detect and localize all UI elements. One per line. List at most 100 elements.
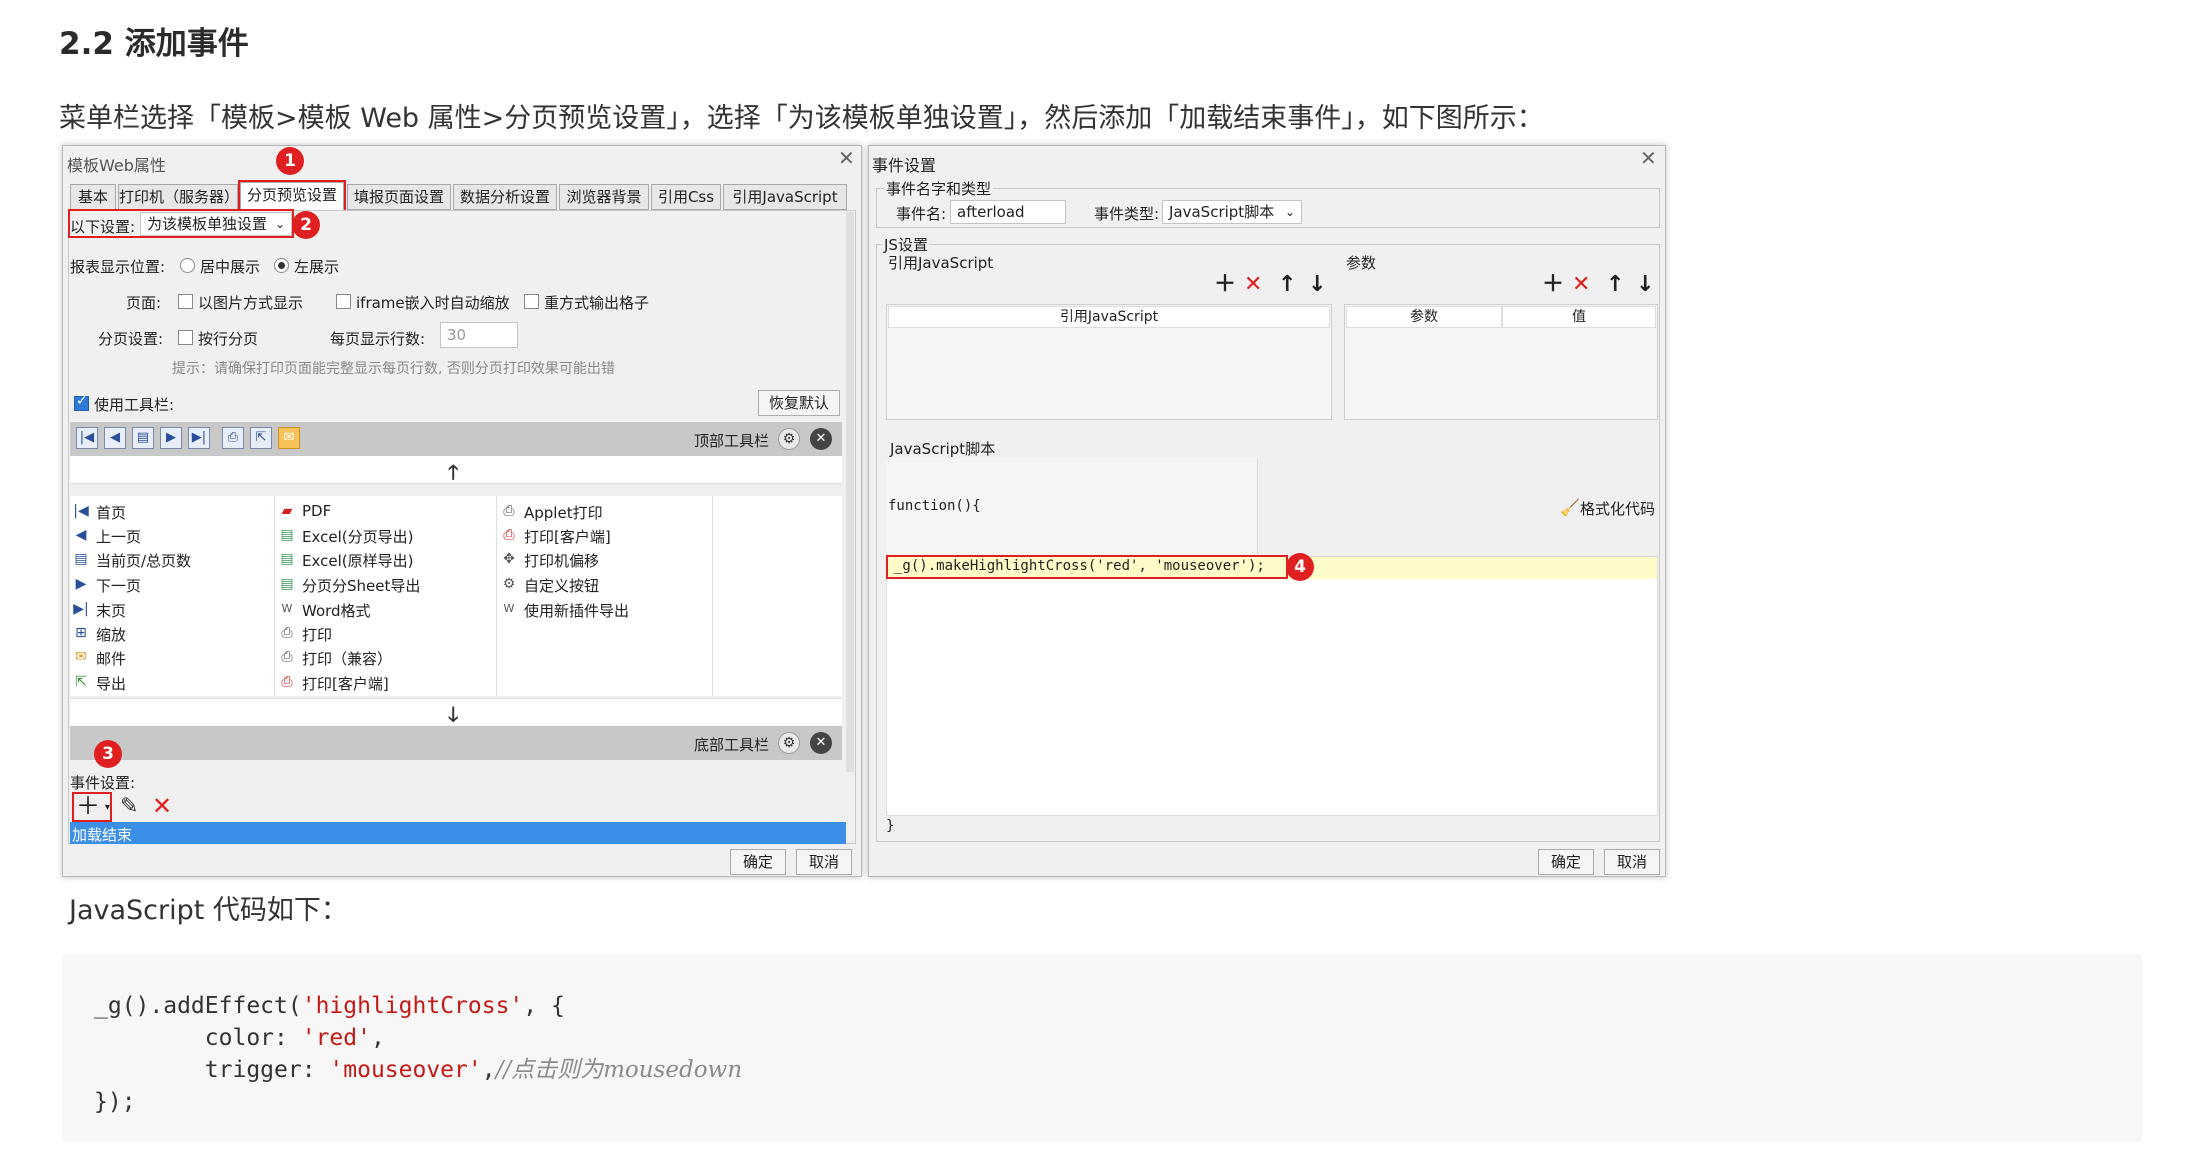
close-circle-icon[interactable]: ✕ [810,428,832,450]
arrow-up-icon[interactable]: ↑ [1278,274,1296,296]
checkbox-use-toolbar[interactable] [74,393,89,411]
format-code-button[interactable]: 格式化代码 [1580,498,1655,519]
dialog-title: 模板Web属性 [67,156,166,175]
step-badge: 1 [276,147,304,175]
ok-button[interactable]: 确定 [1538,849,1594,875]
ok-button[interactable]: 确定 [730,849,786,875]
mail-icon[interactable]: ✉ [278,427,300,449]
list-item[interactable]: 分页分Sheet导出 [302,575,420,596]
excel-icon: ▤ [280,576,294,592]
tab-basic[interactable]: 基本 [70,184,116,210]
checkbox-iframe-zoom[interactable] [336,294,351,309]
params-label: 参数 [1346,254,1377,272]
grid-divider [496,496,497,696]
tab-fill-page[interactable]: 填报页面设置 [347,184,451,210]
arrow-up-icon[interactable]: 🡑 [448,458,458,492]
move-icon: ✥ [503,551,515,567]
checkbox-image-mode[interactable] [178,294,193,309]
top-toolbar-label: 顶部工具栏 [694,432,770,450]
event-type-select[interactable]: JavaScript脚本 ⌄ [1162,200,1302,224]
close-circle-icon[interactable]: ✕ [810,732,832,754]
step-badge: 3 [94,740,122,768]
list-item[interactable]: 打印 [302,624,332,645]
list-item[interactable]: Word格式 [302,600,371,621]
next-page-icon[interactable]: ▶ [160,427,182,449]
prev-page-icon[interactable]: ◀ [104,427,126,449]
list-item[interactable]: 打印（兼容） [302,648,392,669]
radio-center[interactable] [180,258,195,273]
gear-icon: ⚙ [502,576,516,592]
list-item[interactable]: 打印[客户端] [524,526,611,547]
cancel-button[interactable]: 取消 [1604,849,1660,875]
step-badge: 2 [292,211,320,239]
delete-icon[interactable]: ✕ [1244,274,1262,296]
gear-icon[interactable]: ⚙ [778,428,800,450]
chevron-down-icon: ⌄ [1284,205,1295,219]
step-badge: 4 [1286,553,1314,581]
checkbox-row-paging[interactable] [178,330,193,345]
list-item[interactable]: Excel(原样导出) [302,550,413,571]
list-item[interactable]: 邮件 [96,648,126,669]
delete-icon[interactable]: ✕ [152,792,172,820]
highlight-frame [72,792,112,822]
print-icon: ⎙ [281,649,293,665]
excel-icon: ▤ [280,527,294,543]
scrollbar[interactable] [846,212,854,772]
function-open: function(){ [888,498,981,514]
tab-ref-js[interactable]: 引用JavaScript [723,184,847,210]
add-icon[interactable]: ＋ [1214,274,1236,296]
list-item[interactable]: 下一页 [96,575,141,596]
list-item[interactable]: 自定义按钮 [524,575,599,596]
delete-icon[interactable]: ✕ [1572,274,1590,296]
close-icon[interactable]: ✕ [838,146,855,170]
radio-left-label: 左展示 [294,258,340,276]
paging-label: 分页设置: [98,330,164,348]
checkbox-output-grid[interactable] [524,294,539,309]
event-name-input[interactable]: afterload [950,200,1066,224]
page-number-icon[interactable]: ▤ [132,427,154,449]
event-list-item-selected[interactable] [70,822,846,844]
broom-icon[interactable]: 🧹 [1560,498,1580,517]
list-item[interactable]: 上一页 [96,526,141,547]
tab-ref-css[interactable]: 引用Css [651,184,721,210]
tab-browser-bg[interactable]: 浏览器背景 [559,184,649,210]
list-item[interactable]: Applet打印 [524,502,603,523]
event-type-label: 事件类型: [1094,205,1160,223]
position-label: 报表显示位置: [70,258,166,276]
checkbox-row-paging-label: 按行分页 [198,330,259,348]
tab-printer[interactable]: 打印机（服务器） [118,184,239,210]
arrow-down-icon[interactable]: ↓ [1636,274,1654,296]
list-item[interactable]: 首页 [96,502,126,523]
radio-left[interactable] [274,258,289,273]
print-icon[interactable]: ⎙ [222,427,244,449]
arrow-down-icon[interactable]: ↓ [1308,274,1326,296]
applet-print-icon: ⎙ [503,503,515,519]
list-item[interactable]: 缩放 [96,624,126,645]
arrow-up-icon[interactable]: ↑ [1606,274,1624,296]
add-icon[interactable]: ＋ [1542,274,1564,296]
list-item[interactable]: 打印[客户端] [302,673,389,694]
cancel-button[interactable]: 取消 [796,849,852,875]
code-text: _g().addEffect('highlightCross', { color… [94,993,743,1115]
close-icon[interactable]: ✕ [1640,146,1657,170]
edit-pencil-icon[interactable]: ✎ [120,794,138,819]
rows-per-page-input[interactable]: 30 [440,322,518,348]
list-item[interactable]: Excel(分页导出) [302,526,413,547]
tab-data-analysis[interactable]: 数据分析设置 [453,184,557,210]
list-item[interactable]: PDF [302,502,331,520]
list-item[interactable]: 当前页/总页数 [96,550,191,571]
print-hint: 提示：请确保打印页面能完整显示每页行数, 否则分页打印效果可能出错 [172,361,615,377]
toolbar-items-grid [70,496,842,696]
gear-icon[interactable]: ⚙ [778,732,800,754]
first-page-icon: |◀ [73,503,89,519]
list-item[interactable]: 末页 [96,600,126,621]
list-item[interactable]: 打印机偏移 [524,550,599,571]
last-page-icon[interactable]: ▶| [188,427,210,449]
list-item[interactable]: 使用新插件导出 [524,600,629,621]
first-page-icon[interactable]: |◀ [76,427,98,449]
export-icon[interactable]: ⇱ [250,427,272,449]
code-editor[interactable] [886,556,1658,816]
list-item[interactable]: 导出 [96,673,126,694]
restore-default-button[interactable]: 恢复默认 [758,390,840,416]
ref-js-label: 引用JavaScript [888,254,994,272]
